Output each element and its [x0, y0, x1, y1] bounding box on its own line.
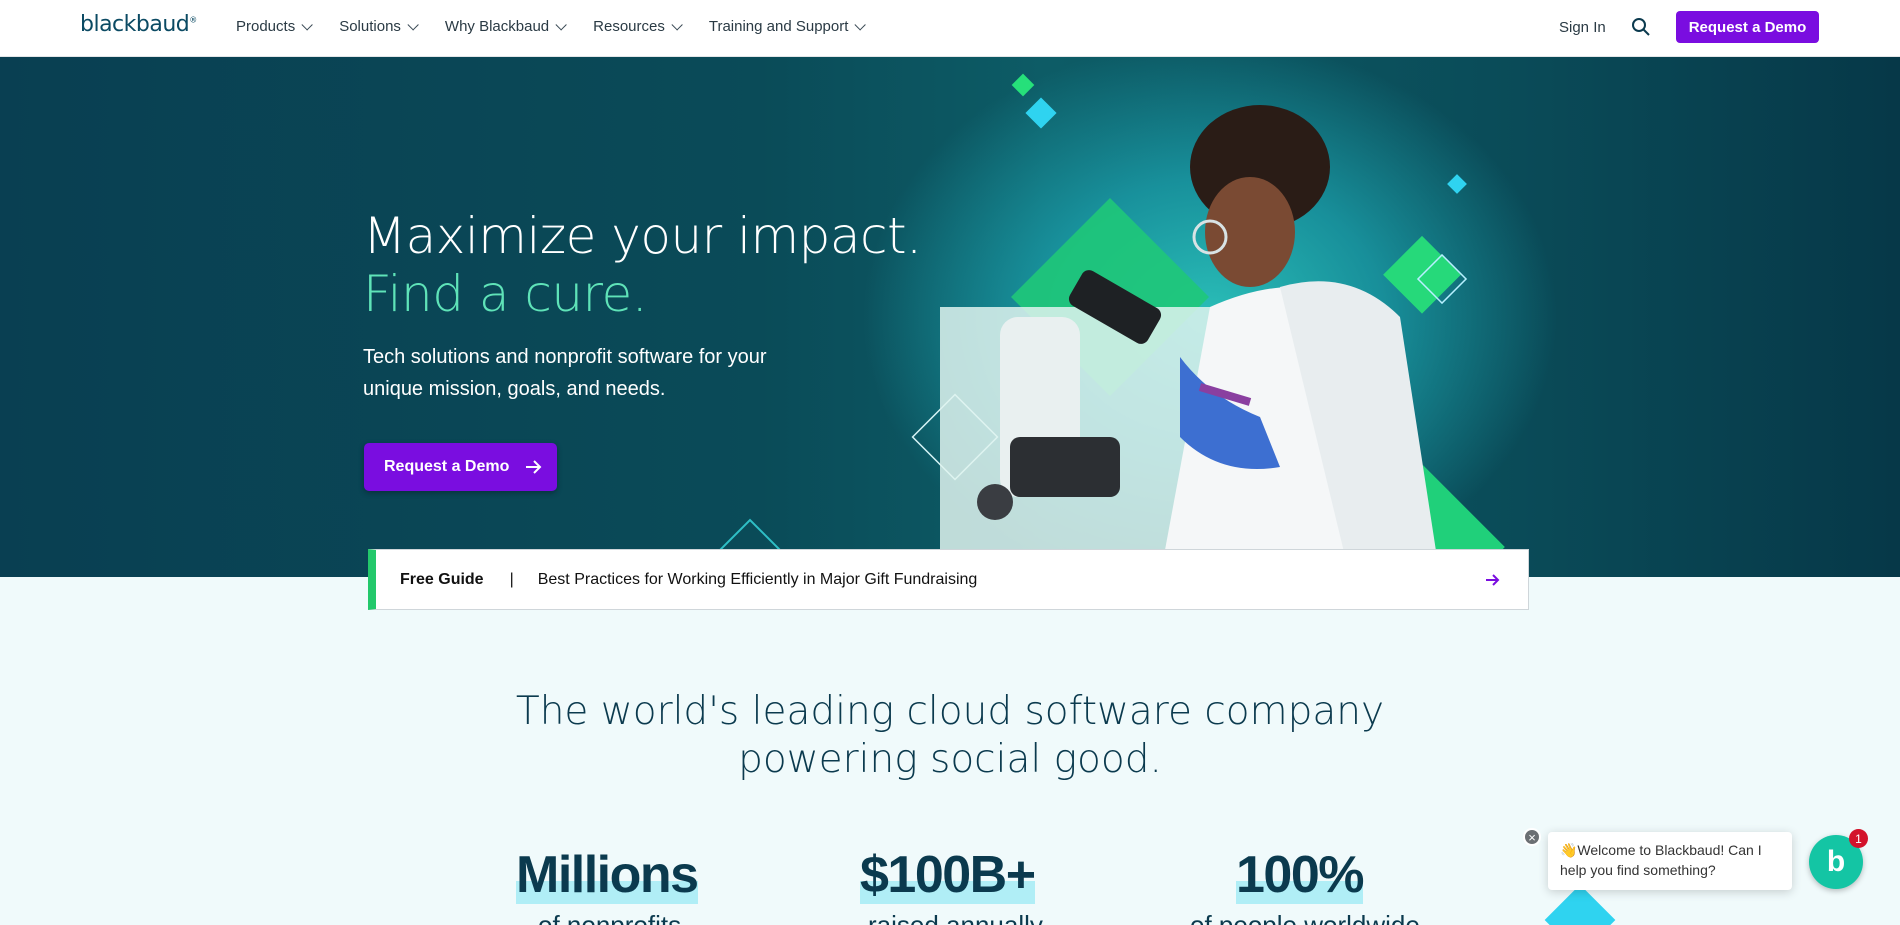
blackbaud-logo[interactable]: blackbaud®: [80, 12, 197, 37]
menu-label: Products: [236, 18, 296, 35]
main-menu: Products Solutions Why Blackbaud Resourc…: [236, 18, 892, 35]
menu-resources[interactable]: Resources: [593, 18, 683, 35]
free-guide-banner[interactable]: Free Guide | Best Practices for Working …: [368, 549, 1529, 610]
stat-raised: $100B+: [860, 846, 1036, 904]
hero-banner: Maximize your impact. Find a cure. Tech …: [0, 57, 1900, 577]
logo-text: blackbaud: [80, 12, 190, 37]
top-navigation: blackbaud® Products Solutions Why Blackb…: [0, 0, 1900, 57]
close-icon[interactable]: ×: [1523, 828, 1541, 846]
hero-title: Maximize your impact.: [363, 207, 922, 265]
notification-badge: 1: [1849, 829, 1868, 848]
logo-registered-mark: ®: [189, 15, 197, 25]
guide-separator: |: [509, 570, 514, 588]
chevron-down-icon: [671, 18, 683, 31]
menu-training-support[interactable]: Training and Support: [708, 18, 867, 35]
section-title: The world's leading cloud software compa…: [0, 688, 1900, 784]
arrow-right-icon: [526, 460, 542, 474]
stat-caption: raised annually: [868, 910, 1043, 925]
guide-title: Best Practices for Working Efficiently i…: [537, 570, 978, 588]
menu-label: Resources: [593, 18, 665, 35]
sign-in-link[interactable]: Sign In: [1559, 19, 1606, 36]
arrow-right-icon[interactable]: [1484, 572, 1500, 588]
stat-value: 100%: [1236, 845, 1365, 905]
section-title-line2: powering social good.: [738, 737, 1162, 782]
menu-label: Solutions: [339, 18, 401, 35]
chevron-down-icon: [301, 18, 313, 31]
hero-request-demo-button[interactable]: Request a Demo: [364, 443, 557, 491]
menu-label: Training and Support: [708, 18, 849, 35]
stat-millions: Millions: [516, 846, 699, 904]
guide-tag: Free Guide: [400, 570, 484, 588]
stat-value: Millions: [516, 845, 699, 905]
diamond-decoration: [1544, 884, 1616, 925]
stat-percent: 100%: [1236, 846, 1365, 904]
stat-caption: of people worldwide: [1190, 910, 1420, 925]
hero-subtitle: Tech solutions and nonprofit software fo…: [363, 346, 767, 400]
hero-image: [911, 73, 1505, 577]
menu-products[interactable]: Products: [236, 18, 313, 35]
menu-why-blackbaud[interactable]: Why Blackbaud: [444, 18, 567, 35]
search-icon[interactable]: [1631, 17, 1651, 37]
chevron-down-icon: [555, 18, 567, 31]
section-title-line1: The world's leading cloud software compa…: [515, 689, 1385, 734]
menu-solutions[interactable]: Solutions: [339, 18, 419, 35]
stat-value: $100B+: [860, 845, 1036, 905]
chevron-down-icon: [854, 18, 867, 31]
menu-label: Why Blackbaud: [444, 18, 550, 35]
button-label: Request a Demo: [384, 458, 510, 475]
chevron-down-icon: [407, 18, 419, 31]
chat-welcome-bubble[interactable]: 👋Welcome to Blackbaud! Can I help you fi…: [1548, 832, 1792, 890]
hero-title-accent: Find a cure.: [363, 265, 648, 323]
stat-caption: of nonprofits: [538, 910, 682, 925]
request-demo-button[interactable]: Request a Demo: [1676, 11, 1819, 43]
